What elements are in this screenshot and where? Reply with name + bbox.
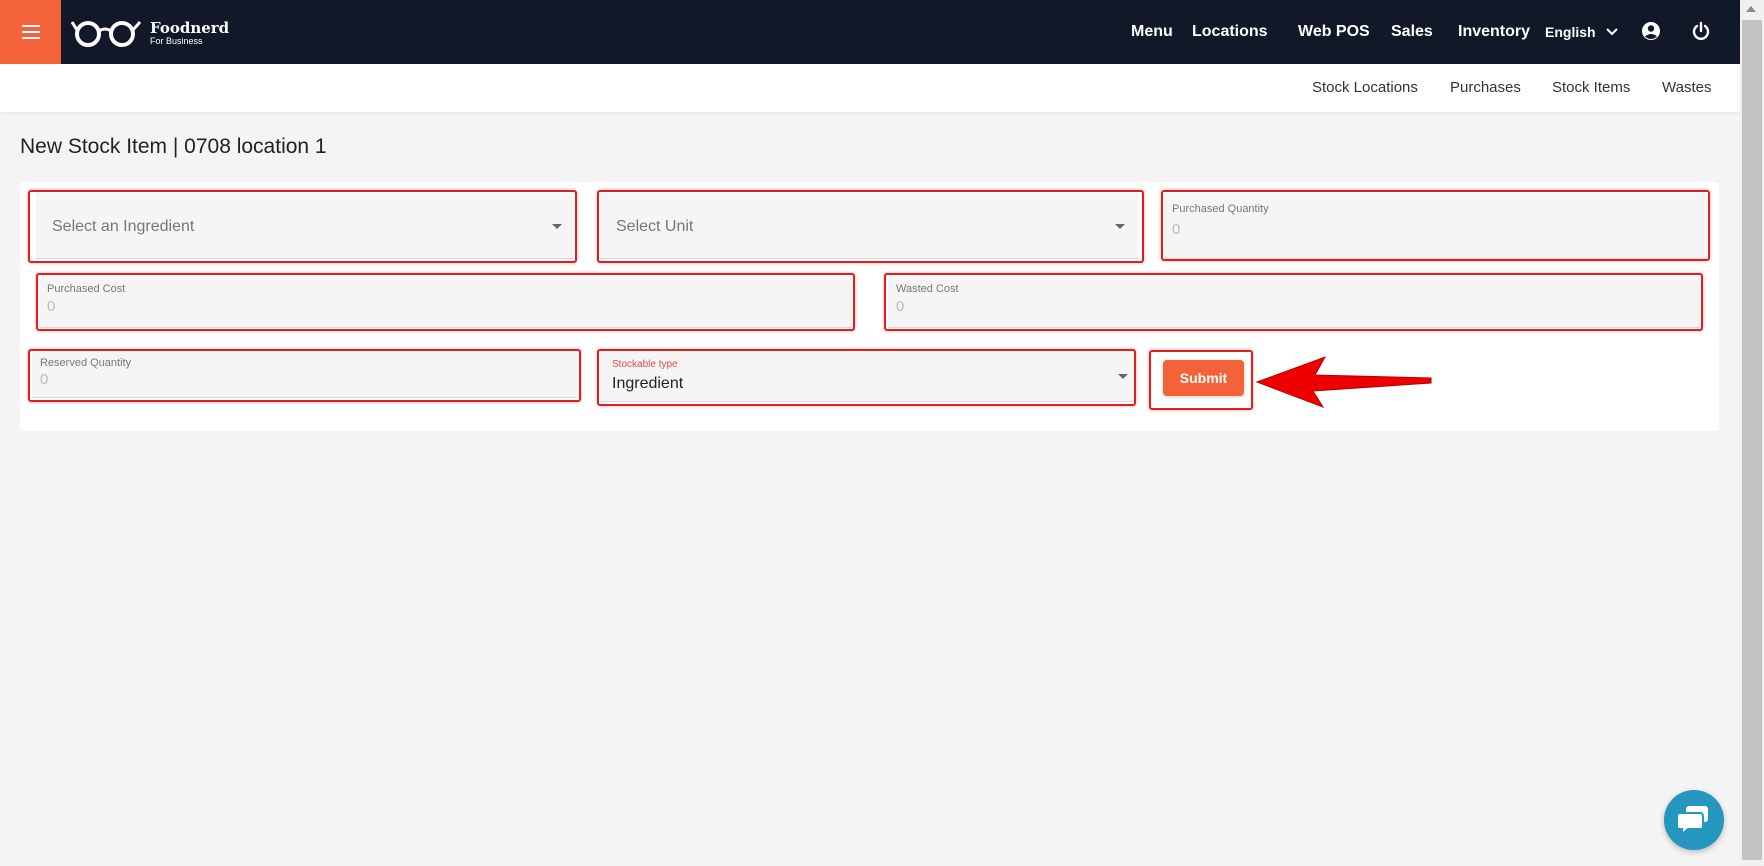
nav-item-locations[interactable]: Locations: [1192, 23, 1268, 41]
page-title: New Stock Item | 0708 location 1: [20, 135, 327, 158]
wasted-cost-input[interactable]: [896, 298, 1627, 315]
hamburger-menu-button[interactable]: [0, 0, 61, 64]
submit-button[interactable]: Submit: [1163, 360, 1244, 396]
subnav-item-wastes[interactable]: Wastes: [1662, 79, 1711, 96]
scroll-up-arrow-icon[interactable]: [1746, 6, 1756, 12]
subnav-item-purchases[interactable]: Purchases: [1450, 79, 1521, 96]
caret-down-icon: [1115, 224, 1125, 229]
ingredient-select[interactable]: Select an Ingredient: [36, 193, 573, 259]
subnav-item-stock-locations[interactable]: Stock Locations: [1312, 79, 1418, 96]
caret-down-icon: [1118, 374, 1128, 379]
scrollbar-thumb[interactable]: [1742, 20, 1762, 860]
reserved-quantity-field[interactable]: Reserved Quantity: [32, 352, 577, 398]
unit-select-placeholder: Select Unit: [616, 218, 694, 235]
brand-logo[interactable]: Foodnerd For Business: [70, 18, 229, 48]
caret-down-icon: [552, 224, 562, 229]
ingredient-select-placeholder: Select an Ingredient: [52, 218, 195, 235]
purchased-quantity-field[interactable]: Purchased Quantity: [1164, 193, 1707, 259]
nav-item-inventory[interactable]: Inventory: [1458, 23, 1530, 41]
purchased-cost-label: Purchased Cost: [47, 283, 126, 295]
nav-item-web-pos[interactable]: Web POS: [1298, 23, 1370, 41]
power-icon[interactable]: [1691, 21, 1711, 41]
nav-item-menu[interactable]: Menu: [1131, 23, 1173, 41]
annotation-arrow-icon: [1255, 356, 1432, 408]
brand-name: Foodnerd: [150, 18, 230, 37]
purchased-cost-field[interactable]: Purchased Cost: [39, 276, 852, 328]
stockable-type-select[interactable]: Stockable type Ingredient: [600, 352, 1133, 402]
reserved-quantity-label: Reserved Quantity: [40, 357, 132, 369]
stockable-type-value: Ingredient: [612, 375, 684, 392]
inventory-subnav: Stock Locations Purchases Stock Items Wa…: [0, 64, 1740, 112]
chat-bubble-icon: [1677, 806, 1708, 836]
stockable-type-label: Stockable type: [612, 359, 678, 370]
subnav-item-stock-items[interactable]: Stock Items: [1552, 79, 1630, 96]
brand-subtitle: For Business: [150, 35, 203, 46]
menu-icon: [21, 25, 40, 39]
language-label: English: [1545, 24, 1596, 40]
top-navbar: Foodnerd For Business Menu Locations Web…: [0, 0, 1740, 64]
chat-support-button[interactable]: [1664, 790, 1724, 850]
language-selector[interactable]: English: [1545, 24, 1618, 40]
chevron-down-icon: [1605, 28, 1618, 36]
account-circle-icon[interactable]: [1641, 21, 1661, 41]
wasted-cost-label: Wasted Cost: [896, 283, 959, 295]
wasted-cost-field[interactable]: Wasted Cost: [888, 276, 1700, 328]
reserved-quantity-input[interactable]: [40, 371, 531, 388]
nav-item-sales[interactable]: Sales: [1391, 23, 1433, 41]
purchased-quantity-input[interactable]: [1172, 221, 1661, 238]
purchased-cost-input[interactable]: [47, 298, 779, 315]
purchased-quantity-label: Purchased Quantity: [1172, 203, 1269, 215]
glasses-icon: [70, 21, 142, 47]
unit-select[interactable]: Select Unit: [600, 193, 1138, 259]
